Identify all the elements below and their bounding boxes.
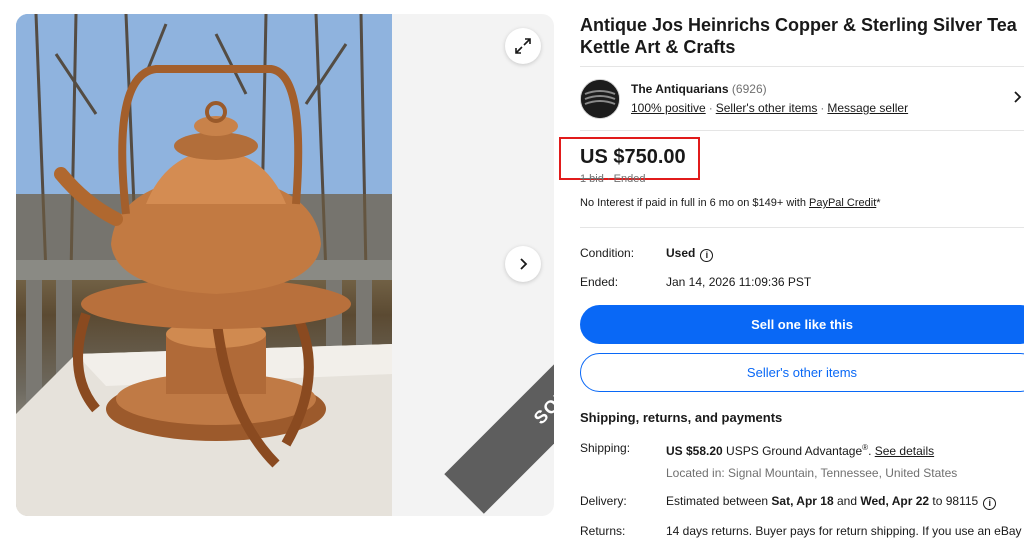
shipping-cost: US $58.20 <box>666 444 723 458</box>
delivery-start: Sat, Apr 18 <box>771 494 834 508</box>
shipping-row: US $58.20 USPS Ground Advantage®. See de… <box>666 443 934 458</box>
seller-other-items-link[interactable]: Seller's other items <box>716 101 818 115</box>
condition-label: Condition: <box>580 246 635 260</box>
sold-label: SOLD <box>529 375 554 428</box>
delivery-end: Wed, Apr 22 <box>860 494 930 508</box>
see-details-link[interactable]: See details <box>875 444 934 458</box>
delivery-zip: to 98115 <box>929 494 979 508</box>
seller-links: 100% positive · Seller's other items · Messa… <box>631 101 908 115</box>
shipping-label: Shipping: <box>580 441 631 455</box>
divider <box>580 227 1024 228</box>
divider <box>580 66 1024 67</box>
image-gallery: SOLD <box>16 14 554 516</box>
seller-logo-icon <box>581 80 619 118</box>
item-location: Located in: Signal Mountain, Tennessee, … <box>666 466 958 480</box>
sold-ribbon: SOLD <box>444 290 554 514</box>
returns-value: 14 days returns. Buyer pays for return s… <box>666 524 1022 538</box>
seller-avatar[interactable] <box>580 79 620 119</box>
delivery-prefix: Estimated between <box>666 494 772 508</box>
chevron-right-icon <box>1014 91 1022 103</box>
bid-status: 1 bid · Ended <box>580 173 645 185</box>
sell-one-like-this-button[interactable]: Sell one like this <box>580 305 1024 344</box>
condition-value: Used <box>666 246 696 260</box>
seller-positive-link[interactable]: 100% positive <box>631 101 706 115</box>
separator-dot: · <box>820 101 825 115</box>
listing-title: Antique Jos Heinrichs Copper & Sterling … <box>580 15 1017 57</box>
auction-status: Ended <box>613 173 646 185</box>
returns-label: Returns: <box>580 524 626 538</box>
divider <box>580 130 1024 131</box>
info-icon[interactable]: i <box>983 496 997 510</box>
expand-icon <box>515 38 531 54</box>
product-photo[interactable] <box>16 14 392 516</box>
next-image-button[interactable] <box>505 246 541 282</box>
message-seller-link[interactable]: Message seller <box>827 101 908 115</box>
info-icon[interactable]: i <box>700 248 714 262</box>
kettle-photo-illustration <box>16 14 392 516</box>
financing-asterisk: * <box>876 197 881 209</box>
seller-feedback-count: (6926) <box>731 82 767 96</box>
seller-info: The Antiquarians (6926) <box>631 82 767 96</box>
paypal-credit-link[interactable]: PayPal Credit <box>809 197 876 209</box>
financing-text: No Interest if paid in full in 6 mo on $… <box>580 197 809 209</box>
sellers-other-items-button[interactable]: Seller's other items <box>580 353 1024 392</box>
ended-label: Ended: <box>580 275 619 289</box>
delivery-and: and <box>833 494 861 508</box>
expand-image-button[interactable] <box>505 28 541 64</box>
bid-count[interactable]: 1 bid <box>580 173 604 185</box>
chevron-right-icon <box>520 258 528 270</box>
separator-dot: · <box>606 173 611 185</box>
seller-expand-chevron[interactable] <box>1012 90 1024 109</box>
ended-value: Jan 14, 2026 11:09:36 PST <box>666 275 812 289</box>
price: US $750.00 <box>580 146 686 168</box>
punct: . <box>868 444 875 458</box>
financing-offer: No Interest if paid in full in 6 mo on $… <box>580 197 881 209</box>
separator-dot: · <box>708 101 713 115</box>
delivery-label: Delivery: <box>580 494 627 508</box>
shipping-section-title: Shipping, returns, and payments <box>580 410 783 425</box>
delivery-row: Estimated between Sat, Apr 18 and Wed, A… <box>666 494 997 510</box>
shipping-method: USPS Ground Advantage <box>722 444 863 458</box>
condition-row: Used i <box>666 246 714 262</box>
seller-name[interactable]: The Antiquarians <box>631 82 729 96</box>
